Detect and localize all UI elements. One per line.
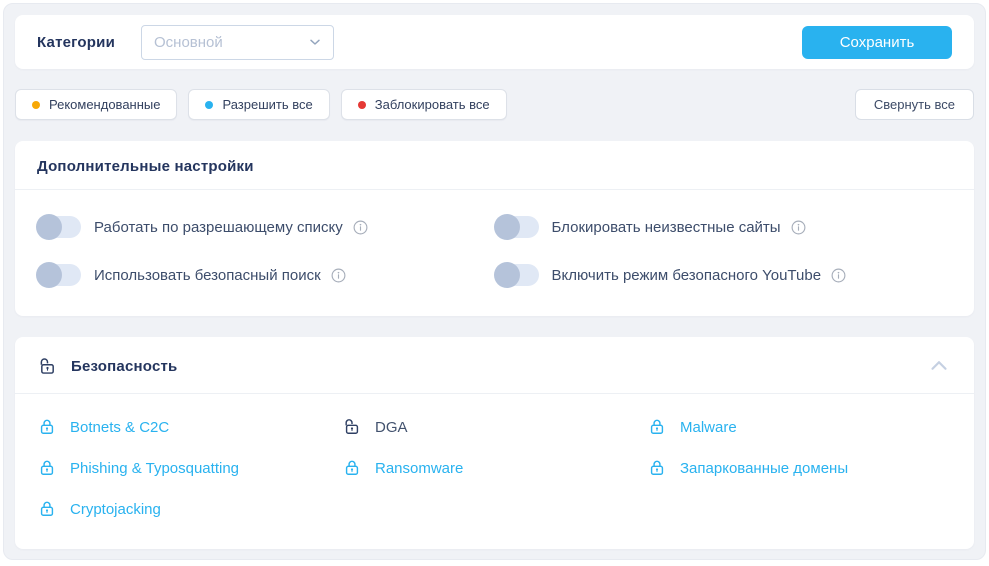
recommended-dot-icon [32,101,40,109]
chevron-down-icon [307,34,323,50]
lock-closed-icon [647,458,667,478]
toggle-row-allowlist: Работать по разрешающему списку [37,216,495,238]
info-icon[interactable] [352,219,369,236]
profile-select-value: Основной [154,34,223,51]
category-settings-page: Категории Основной Сохранить Рекомендова… [3,3,986,560]
category-item-dga[interactable]: DGA [342,417,647,437]
block-all-dot-icon [358,101,366,109]
additional-settings-header: Дополнительные настройки [15,141,974,190]
topbar: Категории Основной Сохранить [15,15,974,69]
toggle-row-safe-youtube: Включить режим безопасного YouTube [495,264,953,286]
allow-all-dot-icon [205,101,213,109]
category-label: Phishing & Typosquatting [70,460,239,477]
quick-actions-row: Рекомендованные Разрешить все Заблокиров… [15,89,974,120]
lock-closed-icon [37,499,57,519]
allow-all-pill-label: Разрешить все [222,97,312,112]
toggle-label: Включить режим безопасного YouTube [552,267,822,284]
toggle-grid: Работать по разрешающему списку Блокиров… [15,190,974,316]
block-all-pill-button[interactable]: Заблокировать все [341,89,507,120]
category-label: Ransomware [375,460,463,477]
category-item-cryptojacking[interactable]: Cryptojacking [37,499,342,519]
toggle-knob [494,214,520,240]
additional-settings-card: Дополнительные настройки Работать по раз… [15,141,974,316]
category-item-phishing[interactable]: Phishing & Typosquatting [37,458,342,478]
security-title: Безопасность [71,358,177,375]
toggle-label: Работать по разрешающему списку [94,219,343,236]
security-category-grid: Botnets & C2C DGA Malware Phishing & Typ… [15,394,974,549]
recommended-pill-label: Рекомендованные [49,97,160,112]
page-title: Категории [37,34,115,51]
collapse-all-button[interactable]: Свернуть все [855,89,974,120]
info-icon[interactable] [790,219,807,236]
lock-closed-icon [37,417,57,437]
category-label: Запаркованные домены [680,460,848,477]
category-item-parked-domains[interactable]: Запаркованные домены [647,458,952,478]
safe-youtube-toggle[interactable] [495,264,539,286]
additional-settings-title: Дополнительные настройки [37,158,254,175]
lock-open-icon [342,417,362,437]
security-card: Безопасность Botnets & C2C DGA Malware P… [15,337,974,549]
category-label: Cryptojacking [70,501,161,518]
allow-all-pill-button[interactable]: Разрешить все [188,89,329,120]
allowlist-toggle[interactable] [37,216,81,238]
category-label: DGA [375,419,408,436]
toggle-knob [36,262,62,288]
profile-select[interactable]: Основной [141,25,334,60]
toggle-label: Блокировать неизвестные сайты [552,219,781,236]
lock-closed-icon [647,417,667,437]
info-icon[interactable] [330,267,347,284]
recommended-pill-button[interactable]: Рекомендованные [15,89,177,120]
block-unknown-toggle[interactable] [495,216,539,238]
security-header: Безопасность [15,337,974,394]
save-button[interactable]: Сохранить [802,26,952,59]
chevron-up-icon[interactable] [926,353,952,379]
toggle-row-block-unknown: Блокировать неизвестные сайты [495,216,953,238]
lock-closed-icon [37,458,57,478]
lock-open-icon [37,356,58,377]
category-item-ransomware[interactable]: Ransomware [342,458,647,478]
toggle-label: Использовать безопасный поиск [94,267,321,284]
toggle-row-safe-search: Использовать безопасный поиск [37,264,495,286]
toggle-knob [494,262,520,288]
category-label: Malware [680,419,737,436]
category-item-botnets[interactable]: Botnets & C2C [37,417,342,437]
toggle-knob [36,214,62,240]
safe-search-toggle[interactable] [37,264,81,286]
category-item-malware[interactable]: Malware [647,417,952,437]
category-label: Botnets & C2C [70,419,169,436]
lock-closed-icon [342,458,362,478]
block-all-pill-label: Заблокировать все [375,97,490,112]
info-icon[interactable] [830,267,847,284]
